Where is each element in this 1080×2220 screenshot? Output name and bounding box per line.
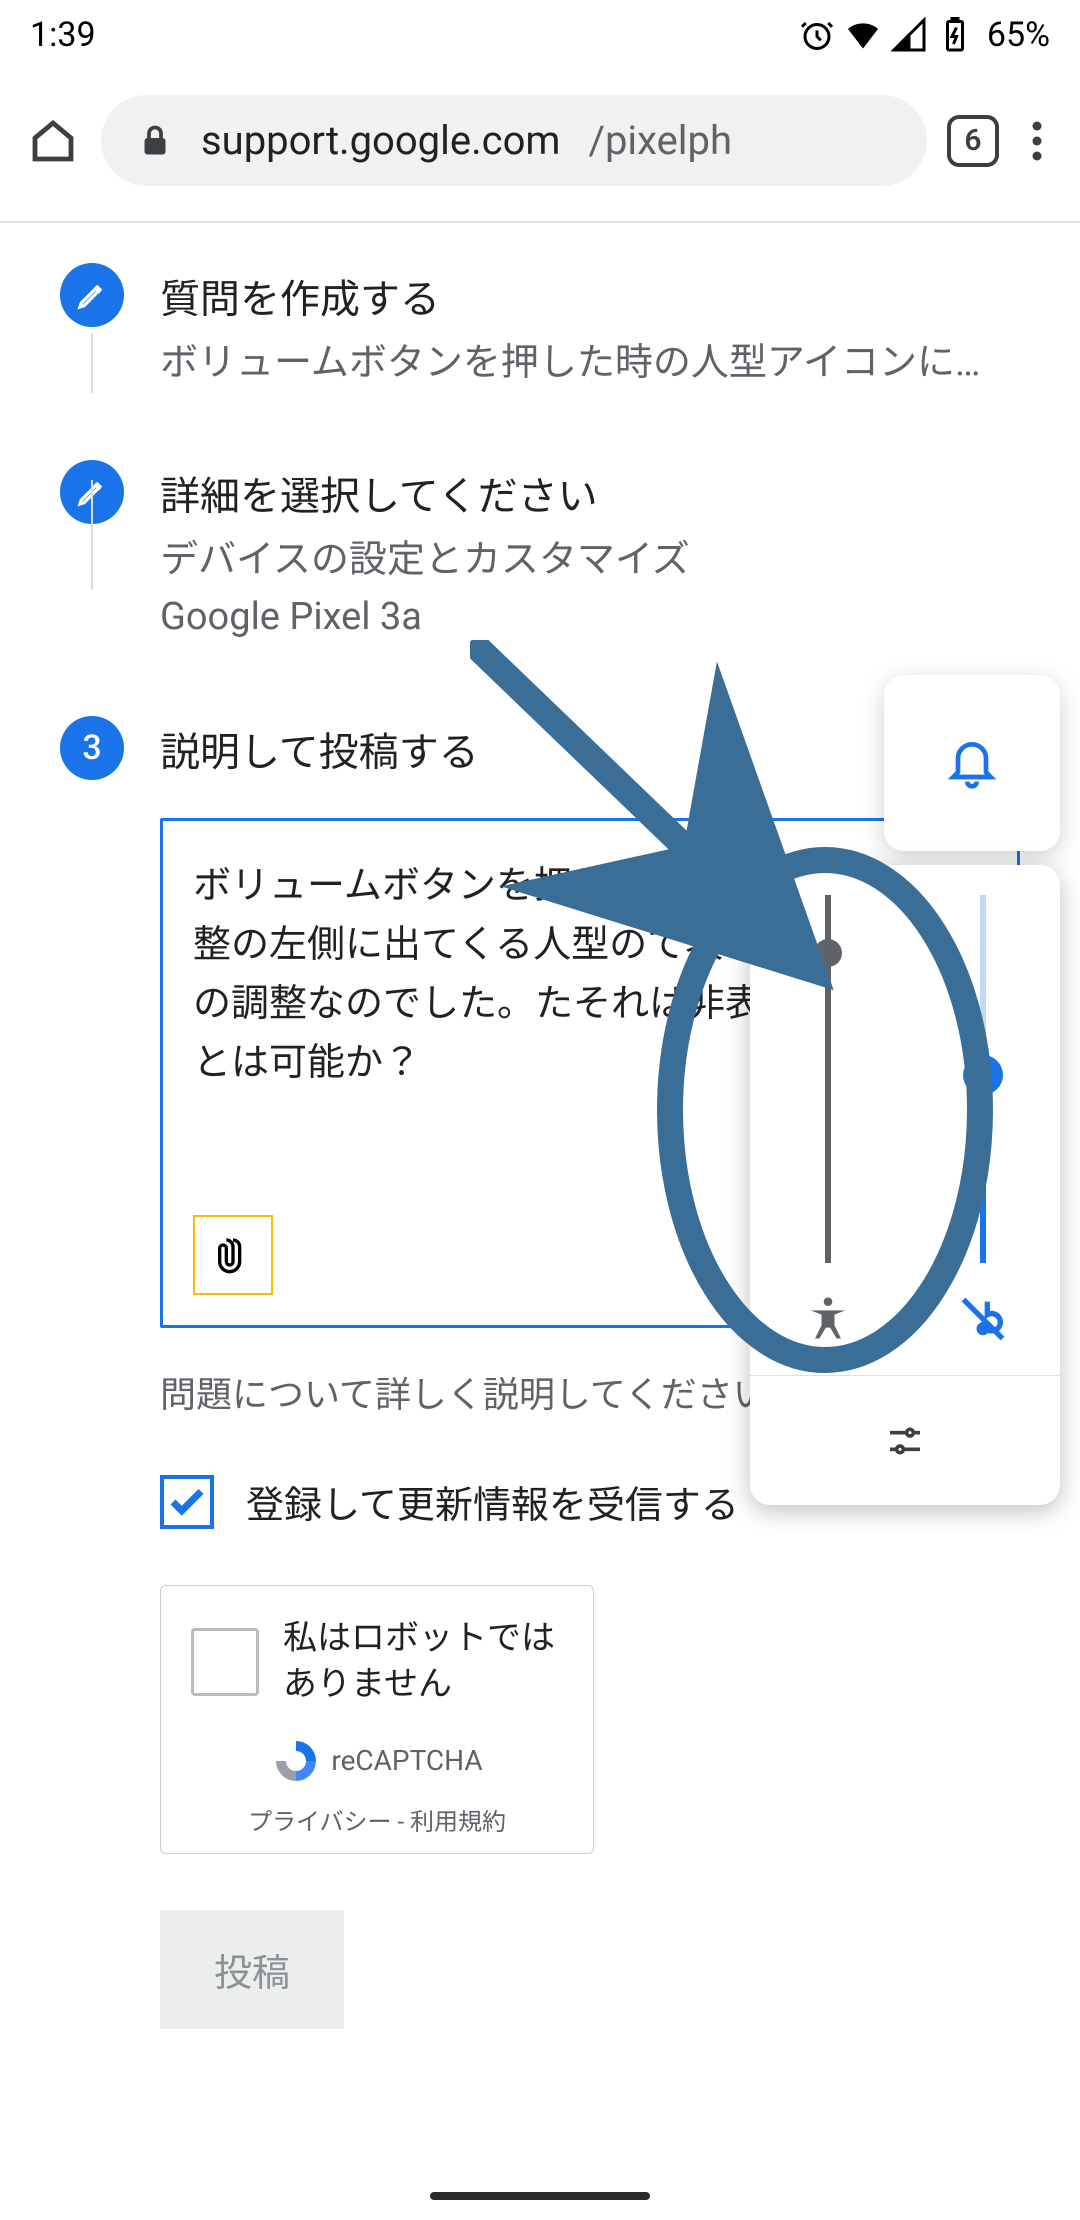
pencil-icon xyxy=(60,263,124,327)
status-right: 65% xyxy=(799,15,1050,55)
browser-bar: support.google.com/pixelph 6 xyxy=(0,80,1080,223)
check-icon xyxy=(166,1481,208,1523)
step-3: 3 説明して投稿する xyxy=(60,666,1020,788)
recaptcha-widget: 私はロボットではありません reCAPTCHA プライバシー - 利用規約 xyxy=(160,1585,594,1854)
wifi-icon xyxy=(845,17,881,53)
paperclip-icon xyxy=(213,1230,253,1280)
step-connector xyxy=(91,480,93,590)
subscribe-checkbox[interactable] xyxy=(160,1475,214,1529)
tabs-button[interactable]: 6 xyxy=(947,115,999,167)
volume-settings-button[interactable] xyxy=(750,1376,1060,1505)
step-connector xyxy=(91,333,93,393)
url-host: support.google.com xyxy=(201,117,560,164)
tune-icon xyxy=(885,1421,925,1461)
url-path: /pixelph xyxy=(588,117,732,164)
subscribe-label: 登録して更新情報を受信する xyxy=(246,1474,739,1529)
url-bar[interactable]: support.google.com/pixelph xyxy=(101,95,927,186)
volume-panel xyxy=(750,865,1060,1505)
submit-button[interactable]: 投稿 xyxy=(160,1910,344,2029)
attach-button[interactable] xyxy=(193,1215,273,1295)
step-2-sub2: Google Pixel 3a xyxy=(160,589,1020,646)
submit-label: 投稿 xyxy=(214,1952,290,1996)
recaptcha-brand: reCAPTCHA xyxy=(331,1744,482,1777)
recaptcha-icon xyxy=(271,1736,321,1786)
music-note-icon[interactable] xyxy=(957,1293,1009,1345)
step-1[interactable]: 質問を作成する ボリュームボタンを押した時の人型アイコンに… xyxy=(60,263,1020,392)
battery-icon xyxy=(937,17,973,53)
nav-handle[interactable] xyxy=(430,2192,650,2200)
lock-icon xyxy=(137,123,173,159)
step-3-number: 3 xyxy=(60,716,124,780)
media-volume-col xyxy=(905,865,1060,1375)
more-vert-icon xyxy=(1032,121,1042,161)
recaptcha-label: 私はロボットではありません xyxy=(283,1616,563,1708)
accessibility-slider[interactable] xyxy=(825,895,831,1263)
home-icon xyxy=(29,117,77,165)
recaptcha-links[interactable]: プライバシー - 利用規約 xyxy=(248,1802,506,1837)
step-1-sub: ボリュームボタンを押した時の人型アイコンに… xyxy=(160,335,1020,392)
bell-icon xyxy=(944,735,1000,791)
media-slider[interactable] xyxy=(980,895,986,1263)
slider-thumb[interactable] xyxy=(814,939,842,967)
accessibility-volume-col xyxy=(750,865,905,1375)
step-2[interactable]: 詳細を選択してください デバイスの設定とカスタマイズ Google Pixel … xyxy=(60,410,1020,646)
slider-thumb[interactable] xyxy=(963,1055,1003,1095)
slider-fill xyxy=(980,1079,986,1263)
more-button[interactable] xyxy=(1019,115,1055,167)
step-2-title: 詳細を選択してください xyxy=(160,464,1020,522)
recaptcha-checkbox[interactable] xyxy=(191,1628,259,1696)
battery-percent: 65% xyxy=(987,15,1050,55)
step-1-title: 質問を作成する xyxy=(160,267,1020,325)
alarm-icon xyxy=(799,17,835,53)
accessibility-icon[interactable] xyxy=(802,1293,854,1345)
home-button[interactable] xyxy=(25,113,81,169)
tab-count: 6 xyxy=(964,123,981,158)
signal-icon xyxy=(891,17,927,53)
status-bar: 1:39 65% xyxy=(0,0,1080,70)
ringer-button[interactable] xyxy=(884,675,1060,851)
status-time: 1:39 xyxy=(30,15,96,55)
step-2-sub1: デバイスの設定とカスタマイズ xyxy=(160,532,1020,589)
